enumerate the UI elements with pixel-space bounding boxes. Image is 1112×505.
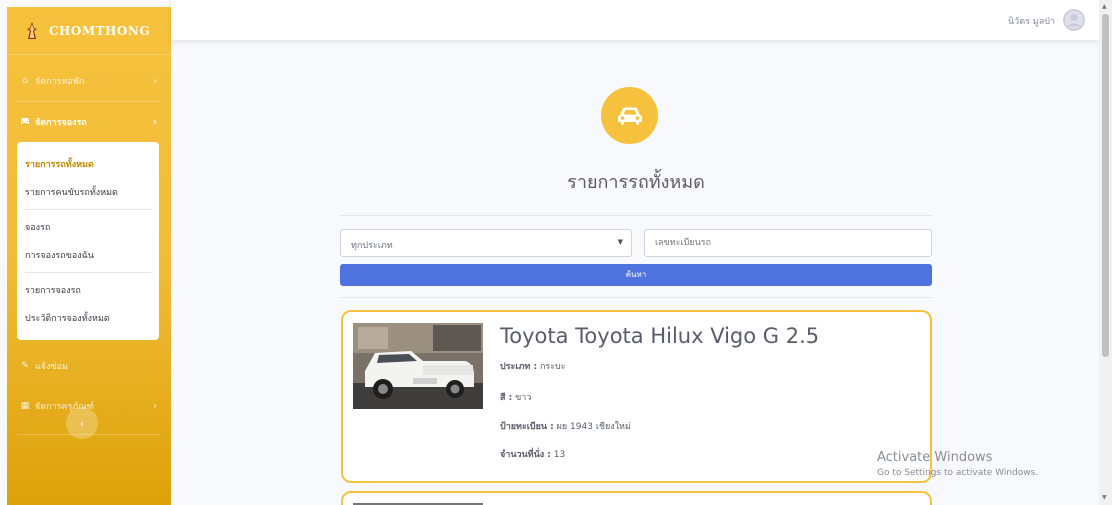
user-name[interactable]: นิวัตร มูลป่า	[1008, 14, 1055, 28]
sidebar-toggle-button[interactable]: ‹	[66, 407, 98, 439]
car-color-label: สี :	[500, 393, 513, 403]
sidebar-item-dormitory[interactable]: ⌂ จัดการหอพัก ›	[7, 61, 171, 101]
chevron-down-icon: ▼	[617, 238, 623, 246]
sidebar-item-label: จัดการหอพัก	[35, 77, 85, 87]
divider	[25, 209, 151, 210]
table-icon: ▦	[20, 401, 30, 411]
car-type-info: ประเภท : กระบะ	[500, 359, 566, 373]
topbar: นิวัตร มูลป่า	[171, 0, 1099, 40]
car-type-label: ประเภท :	[500, 362, 538, 372]
logo-icon	[25, 21, 39, 40]
car-card[interactable]: Toyota Toyota Hilux Vigo G 2.5 ประเภท : …	[341, 310, 932, 483]
home-icon: ⌂	[22, 76, 28, 86]
car-plate-value: ผย 1943 เชียงใหม่	[556, 422, 631, 432]
car-plate-info: ป้ายทะเบียน : ผย 1943 เชียงใหม่	[500, 419, 631, 433]
plate-number-input[interactable]	[644, 229, 932, 257]
sidebar-item-label: แจ้งซ่อม	[35, 362, 68, 372]
sidebar-item-label: จัดการจองรถ	[35, 118, 87, 128]
car-seats-info: จำนวนที่นั่ง : 13	[500, 447, 565, 461]
car-seats-label: จำนวนที่นั่ง :	[500, 450, 551, 460]
scroll-thumb[interactable]	[1102, 14, 1109, 357]
car-name: Toyota Toyota Hilux Vigo G 2.5	[500, 324, 820, 348]
watermark-subtitle: Go to Settings to activate Windows.	[877, 468, 1039, 478]
car-type-select[interactable]: ทุกประเภท ▼	[340, 229, 632, 257]
submenu-booking-list[interactable]: รายการจองรถ	[17, 276, 159, 304]
select-value: ทุกประเภท	[351, 241, 393, 251]
avatar[interactable]	[1063, 9, 1085, 31]
car-type-value: กระบะ	[539, 362, 566, 372]
chevron-left-icon: ‹	[79, 416, 85, 430]
sidebar-item-label: จัดการครุภัณฑ์	[35, 402, 95, 412]
submenu-booking-history[interactable]: ประวัติการจองทั้งหมด	[17, 304, 159, 332]
submenu-all-cars[interactable]: รายการรถทั้งหมด	[17, 150, 159, 178]
scrollbar[interactable]: ▲ ▼	[1099, 0, 1112, 505]
car-card[interactable]	[341, 491, 932, 505]
submenu-book-car[interactable]: จองรถ	[17, 213, 159, 241]
search-button[interactable]: ค้นหา	[340, 264, 932, 286]
submenu-all-drivers[interactable]: รายการคนขับรถทั้งหมด	[17, 178, 159, 206]
brand-name: CHOMTHONG	[49, 23, 151, 38]
chevron-right-icon: ›	[153, 400, 157, 412]
chevron-right-icon: ›	[152, 116, 157, 128]
scroll-down-arrow-icon[interactable]: ▼	[1102, 494, 1107, 501]
car-icon-badge	[601, 87, 658, 144]
car-color-info: สี : ขาว	[500, 390, 531, 404]
divider	[340, 297, 932, 298]
divider	[340, 215, 932, 216]
sidebar-brand[interactable]: CHOMTHONG	[7, 7, 171, 55]
sidebar-item-repair[interactable]: ✎ แจ้งซ่อม	[7, 346, 171, 386]
car-photo	[353, 323, 483, 409]
wrench-icon: ✎	[21, 361, 29, 371]
windows-activation-watermark: Activate Windows Go to Settings to activ…	[877, 450, 1038, 478]
submenu-my-bookings[interactable]: การจองรถของฉัน	[17, 241, 159, 269]
page-title: รายการรถทั้งหมด	[567, 172, 705, 193]
divider	[25, 272, 151, 273]
car-plate-label: ป้ายทะเบียน :	[500, 422, 554, 432]
car-seats-value: 13	[553, 450, 566, 460]
chevron-right-icon: ›	[153, 75, 157, 87]
car-color-value: ขาว	[515, 393, 532, 403]
watermark-title: Activate Windows	[877, 450, 993, 465]
scroll-up-arrow-icon[interactable]: ▲	[1102, 3, 1107, 10]
car-icon	[19, 117, 31, 128]
user-icon	[1063, 9, 1085, 31]
car-booking-submenu: รายการรถทั้งหมด รายการคนขับรถทั้งหมด จอง…	[17, 142, 159, 340]
sidebar-item-car-booking[interactable]: จัดการจองรถ ›	[7, 102, 171, 142]
car-icon	[617, 107, 642, 124]
